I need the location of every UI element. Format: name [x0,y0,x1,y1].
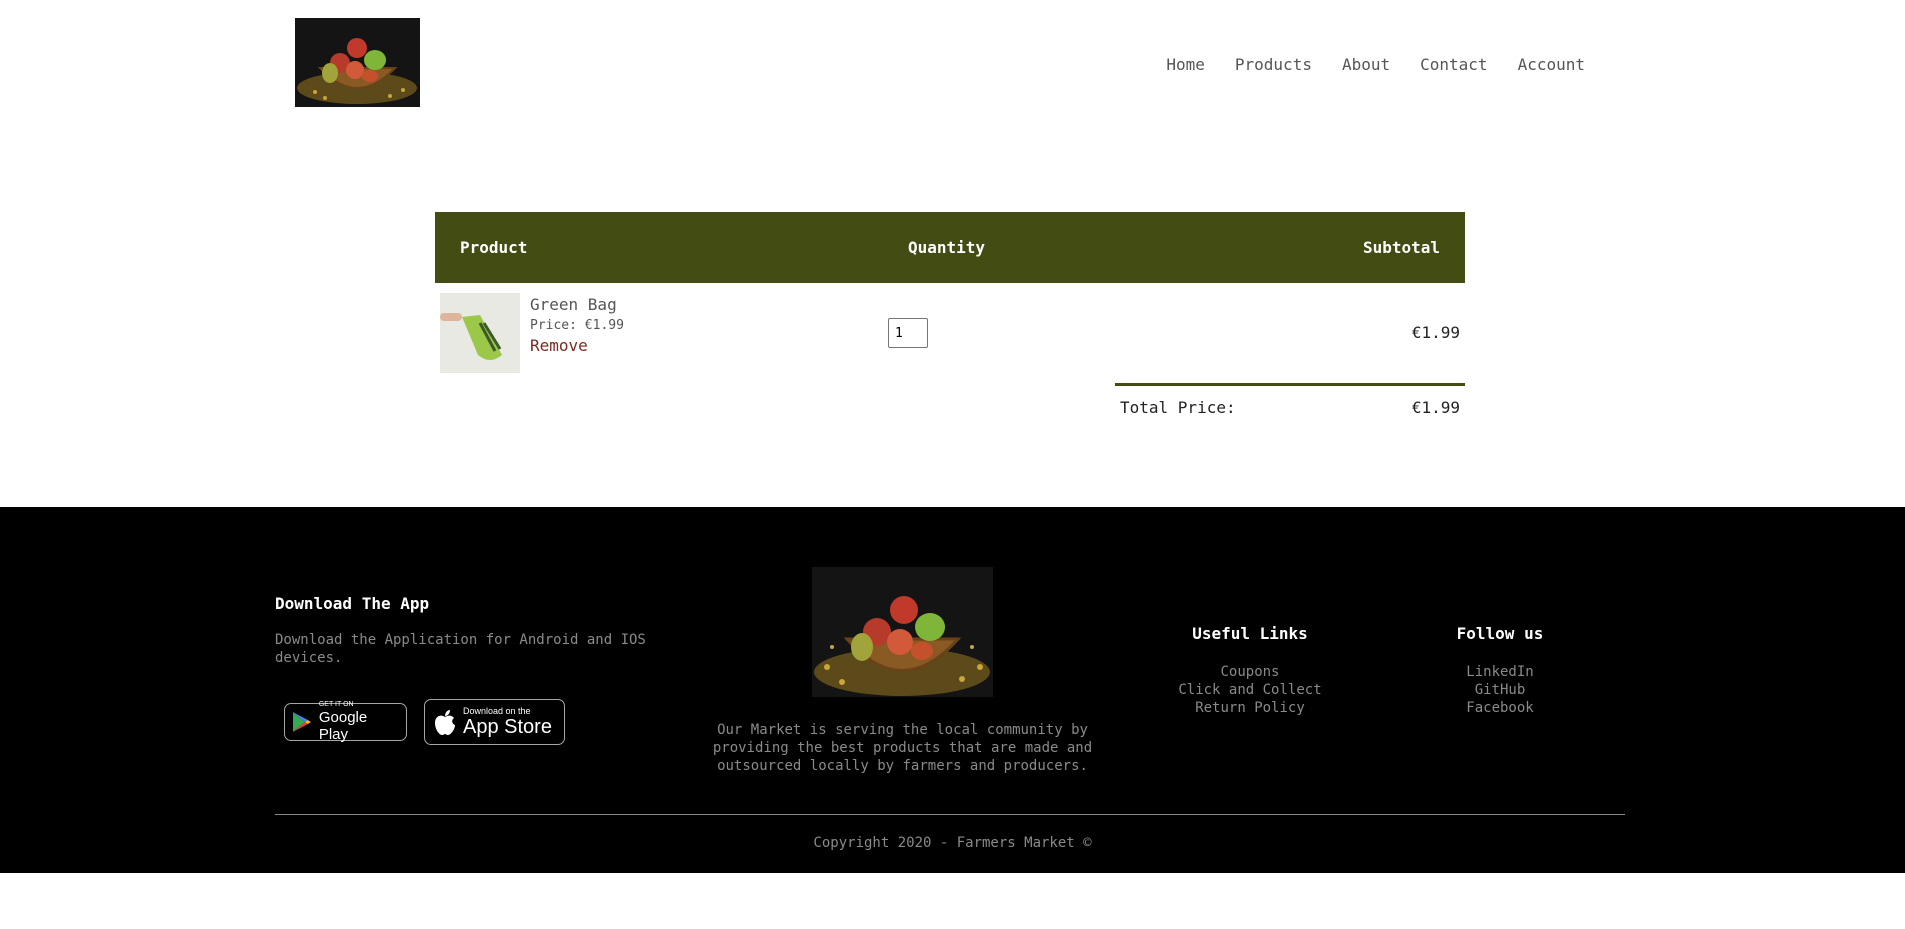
fruit-basket-image [812,567,993,697]
useful-links-title: Useful Links [1192,624,1308,643]
green-bag-image [440,293,520,373]
download-app-title: Download The App [275,594,430,613]
follow-us-section: Follow us LinkedIn GitHub Facebook [1400,624,1600,717]
google-play-small-text: GET IT ON [318,701,354,708]
google-play-icon [292,712,311,732]
cart-header-row: Product Quantity Subtotal [435,212,1465,283]
total-value: €1.99 [1411,398,1460,417]
nav-account[interactable]: Account [1518,55,1585,74]
link-github[interactable]: GitHub [1400,681,1600,699]
item-subtotal: €1.99 [1411,323,1460,342]
store-badges: GET IT ON Google Play Download on the Ap… [284,699,565,745]
google-play-button[interactable]: GET IT ON Google Play [284,701,407,743]
site-header: Home Products About Contact Account [0,0,1905,130]
link-return-policy[interactable]: Return Policy [1150,699,1350,717]
footer-about-text: Our Market is serving the local communit… [712,722,1093,774]
column-header-subtotal: Subtotal [1362,238,1440,257]
download-app-description: Download the Application for Android and… [275,632,646,666]
footer-about-section: Our Market is serving the local communit… [705,567,1100,775]
link-facebook[interactable]: Facebook [1400,699,1600,717]
logo[interactable] [295,18,420,107]
column-header-quantity: Quantity [908,238,986,257]
link-coupons[interactable]: Coupons [1150,663,1350,681]
nav-home[interactable]: Home [1166,55,1205,74]
link-linkedin[interactable]: LinkedIn [1400,663,1600,681]
total-label: Total Price: [1120,398,1236,417]
app-store-big-text: App Store [463,716,552,738]
remove-item-link[interactable]: Remove [530,336,624,355]
column-header-product: Product [460,238,528,257]
site-footer: Download The App Download the Applicatio… [0,507,1905,873]
nav-products[interactable]: Products [1235,55,1312,74]
nav-contact[interactable]: Contact [1420,55,1487,74]
useful-links-section: Useful Links Coupons Click and Collect R… [1150,624,1350,717]
apple-icon [435,710,455,735]
product-thumbnail [440,293,520,373]
nav-about[interactable]: About [1342,55,1390,74]
item-name: Green Bag [530,295,617,314]
footer-divider [275,814,1625,815]
link-click-and-collect[interactable]: Click and Collect [1150,681,1350,699]
fruit-basket-logo [295,18,420,107]
app-store-small-text: Download on the [463,706,531,716]
copyright-text: Copyright 2020 - Farmers Market © [813,835,1092,851]
item-price: Price: €1.99 [530,318,624,333]
cart-item-info: Green Bag Price: €1.99 Remove [530,295,624,355]
google-play-big-text: Google Play [318,709,368,743]
footer-logo [812,567,993,697]
follow-us-title: Follow us [1456,624,1544,643]
cart-table: Product Quantity Subtotal Green Bag Pric… [435,212,1465,417]
quantity-input[interactable] [888,318,928,348]
download-app-section: Download The App Download the Applicatio… [275,594,675,667]
main-nav: Home Products About Contact Account [1166,55,1585,74]
app-store-button[interactable]: Download on the App Store [424,699,565,745]
total-price-row: Total Price: €1.99 [1115,383,1465,423]
